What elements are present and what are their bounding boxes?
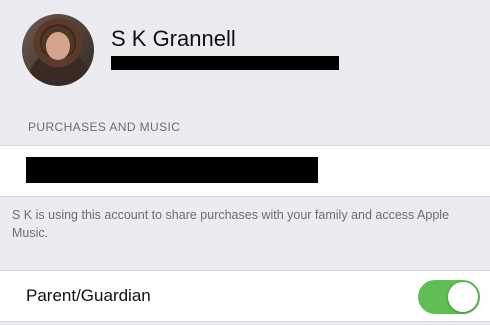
profile-header: S K Grannell	[0, 0, 490, 95]
toggle-knob	[448, 282, 478, 312]
avatar	[22, 14, 94, 86]
section-header-purchases: PURCHASES AND MUSIC	[28, 120, 181, 134]
parent-guardian-toggle[interactable]	[418, 280, 480, 314]
parent-guardian-row: Parent/Guardian	[0, 270, 490, 322]
account-row[interactable]	[0, 145, 490, 197]
sharing-description: S K is using this account to share purch…	[12, 208, 450, 240]
redacted-account	[26, 157, 318, 183]
avatar-face	[46, 32, 70, 60]
family-member-screen: S K Grannell PURCHASES AND MUSIC S K is …	[0, 0, 490, 325]
profile-name: S K Grannell	[111, 26, 236, 51]
parent-guardian-label: Parent/Guardian	[26, 286, 151, 305]
redacted-email	[111, 56, 339, 70]
